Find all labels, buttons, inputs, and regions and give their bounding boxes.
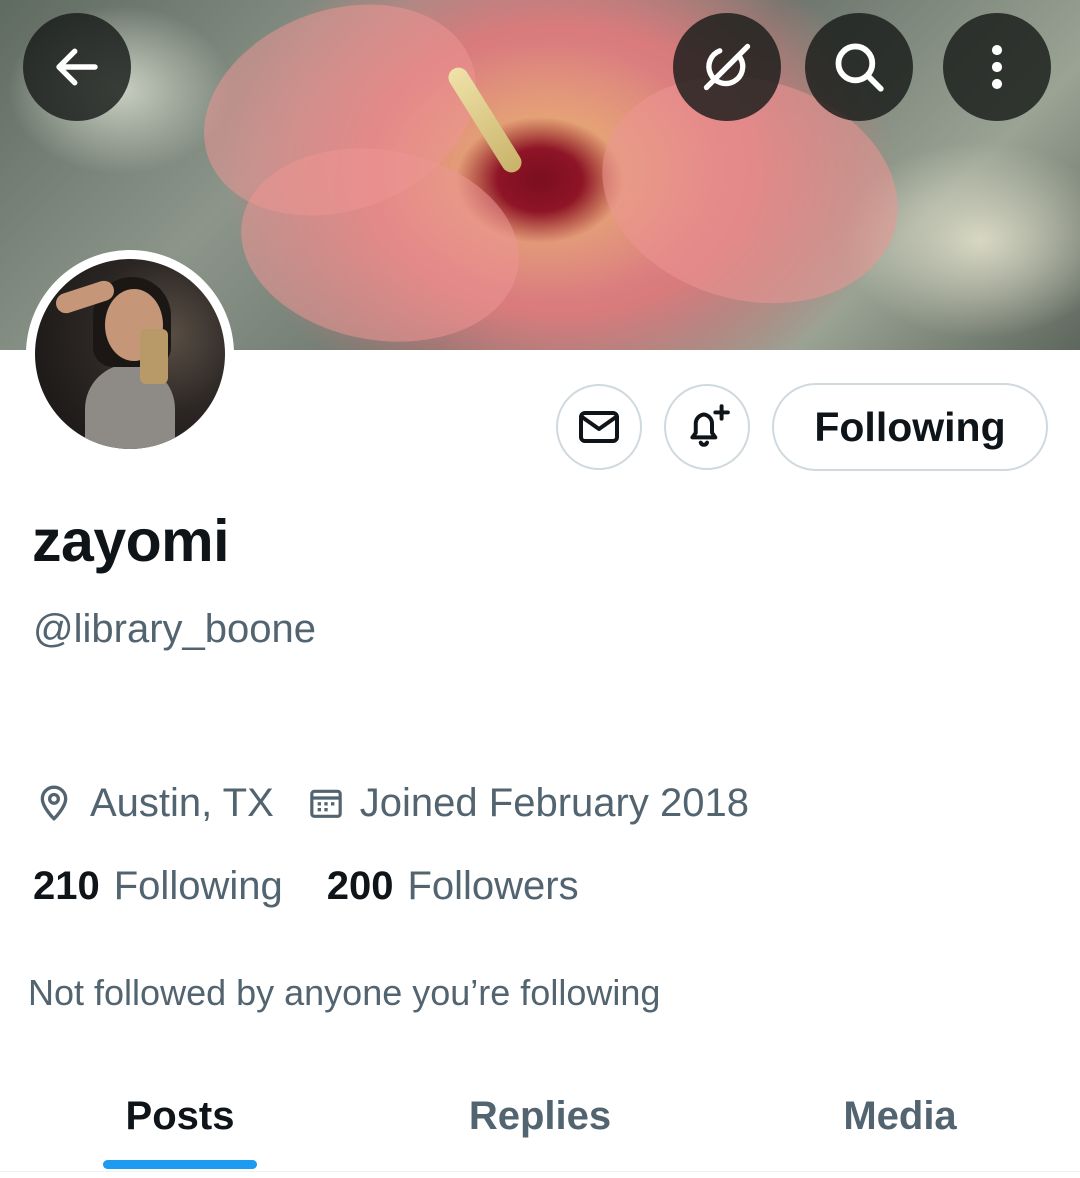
active-tab-indicator — [103, 1160, 257, 1169]
followers-count: 200 — [326, 864, 394, 908]
envelope-icon — [579, 411, 619, 443]
user-handle: @library_boone — [33, 607, 316, 651]
following-label: Following — [113, 864, 283, 908]
grok-icon — [703, 43, 751, 91]
location-item: Austin, TX — [34, 781, 274, 826]
follow-counts: 210 Following 200 Followers — [33, 864, 579, 909]
location-text: Austin, TX — [90, 780, 274, 825]
avatar-photo — [35, 259, 225, 449]
tab-replies[interactable]: Replies — [360, 1060, 720, 1172]
avatar[interactable] — [26, 250, 234, 458]
search-button[interactable] — [805, 13, 913, 121]
location-pin-icon — [40, 785, 68, 821]
back-button[interactable] — [23, 13, 131, 121]
bell-plus-icon — [690, 404, 730, 447]
search-icon — [835, 43, 884, 92]
more-vertical-icon — [991, 45, 1003, 89]
calendar-icon — [310, 789, 342, 818]
following-button[interactable]: Following — [772, 383, 1048, 471]
more-button[interactable] — [943, 13, 1051, 121]
notifications-button[interactable] — [664, 384, 750, 470]
tab-media[interactable]: Media — [720, 1060, 1080, 1172]
grok-button[interactable] — [673, 13, 781, 121]
message-button[interactable] — [556, 384, 642, 470]
tab-posts[interactable]: Posts — [0, 1060, 360, 1172]
following-count: 210 — [33, 864, 100, 908]
avatar-figure-phone — [140, 329, 168, 384]
followers-label: Followers — [407, 864, 579, 908]
arrow-left-icon — [56, 48, 98, 86]
followed-by-text: Not followed by anyone you’re following — [28, 972, 661, 1013]
followers-count-link[interactable]: 200 Followers — [327, 864, 579, 909]
joined-text: Joined February 2018 — [359, 780, 749, 825]
profile-tabs: Posts Replies Media — [0, 1060, 1080, 1172]
joined-item: Joined February 2018 — [306, 781, 749, 826]
display-name: zayomi — [32, 508, 230, 574]
following-count-link[interactable]: 210 Following — [33, 864, 283, 909]
profile-meta: Austin, TX Joined February 2018 — [34, 778, 749, 828]
